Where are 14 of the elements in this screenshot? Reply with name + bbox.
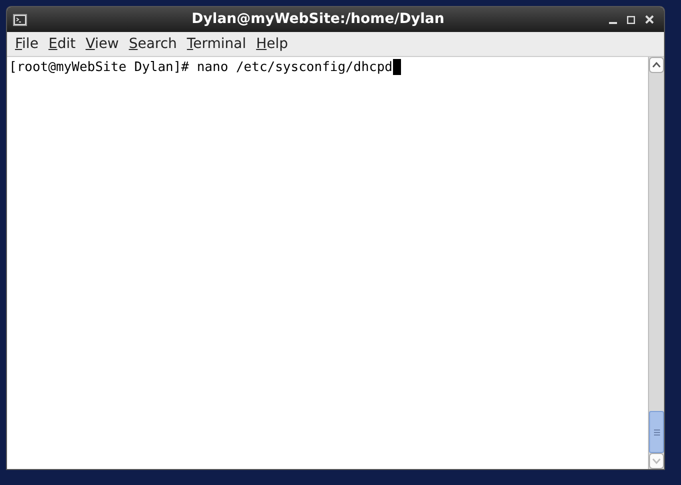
terminal-icon [13, 14, 27, 26]
menu-item[interactable]: Help [251, 37, 294, 51]
scroll-thumb[interactable] [649, 411, 664, 453]
menu-item[interactable]: File [10, 37, 44, 51]
menu-item[interactable]: Terminal [182, 37, 252, 51]
command-line: [root@myWebSite Dylan]# nano /etc/sysconfig/dhcpd [9, 59, 393, 76]
menu-item[interactable]: Search [124, 37, 182, 51]
scroll-up-icon[interactable] [649, 57, 664, 73]
scrollbar[interactable] [648, 57, 664, 469]
maximize-icon[interactable] [627, 16, 635, 24]
window-title: Dylan@myWebSite:/home/Dylan [192, 10, 444, 29]
close-icon[interactable] [645, 15, 654, 24]
menu-item[interactable]: View [80, 37, 124, 51]
menu-item[interactable]: Edit [43, 37, 81, 51]
